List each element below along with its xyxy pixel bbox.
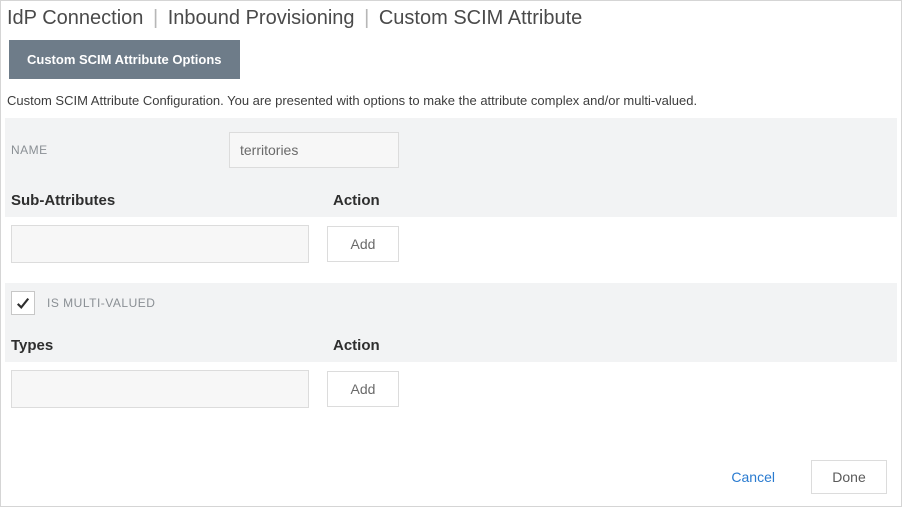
sub-attributes-header: Sub-Attributes (11, 192, 333, 209)
breadcrumb-item-custom-scim: Custom SCIM Attribute (379, 7, 582, 29)
add-type-button[interactable]: Add (327, 371, 399, 407)
breadcrumb-separator-icon: | (149, 7, 162, 29)
is-multi-valued-row: IS MULTI-VALUED (5, 283, 897, 327)
breadcrumb-item-inbound: Inbound Provisioning (168, 7, 355, 29)
check-icon (16, 296, 30, 310)
breadcrumb-item-idp: IdP Connection (7, 7, 143, 29)
is-multi-valued-label: IS MULTI-VALUED (47, 296, 155, 310)
add-sub-attribute-button[interactable]: Add (327, 226, 399, 262)
description-text: Custom SCIM Attribute Configuration. You… (5, 93, 897, 118)
types-header: Types (11, 337, 333, 354)
breadcrumb: IdP Connection | Inbound Provisioning | … (5, 5, 897, 38)
types-header-row: Types Action (5, 327, 897, 362)
custom-scim-attribute-window: IdP Connection | Inbound Provisioning | … (0, 0, 902, 507)
action-header: Action (333, 337, 891, 354)
action-header: Action (333, 192, 891, 209)
cancel-link[interactable]: Cancel (731, 469, 775, 485)
type-entry-row: Add (5, 362, 897, 428)
breadcrumb-separator-icon: | (360, 7, 373, 29)
sub-attribute-entry-row: Add (5, 217, 897, 283)
custom-scim-attribute-options-button[interactable]: Custom SCIM Attribute Options (9, 40, 240, 79)
done-button[interactable]: Done (811, 460, 887, 494)
footer-actions: Cancel Done (731, 460, 887, 494)
name-row: NAME (5, 118, 897, 182)
name-label: NAME (11, 143, 229, 157)
name-input[interactable] (229, 132, 399, 168)
sub-attributes-header-row: Sub-Attributes Action (5, 182, 897, 217)
sub-attribute-input[interactable] (11, 225, 309, 263)
is-multi-valued-checkbox[interactable] (11, 291, 35, 315)
type-input[interactable] (11, 370, 309, 408)
